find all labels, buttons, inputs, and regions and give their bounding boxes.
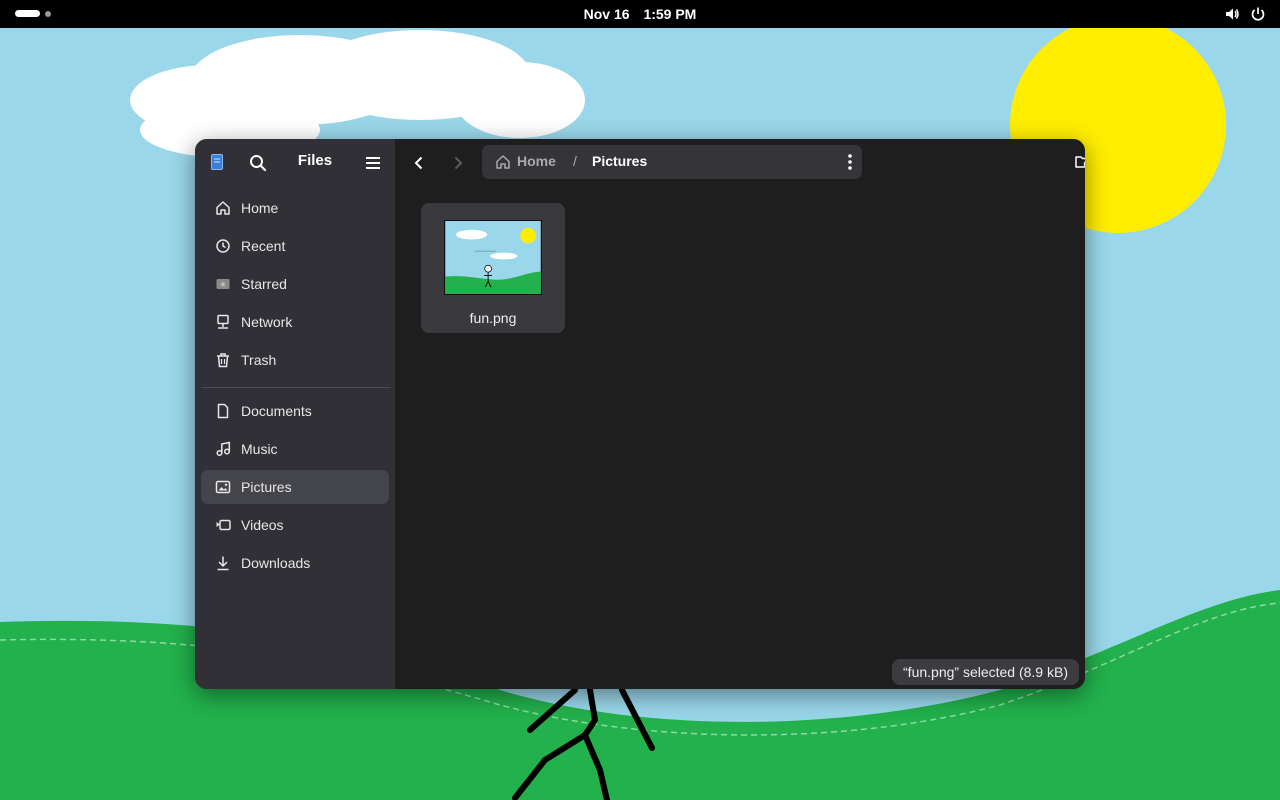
pictures-icon	[215, 479, 231, 495]
main-content: Home / Pictures fun.png “fun.png” select…	[395, 139, 1085, 689]
home-icon	[496, 155, 510, 169]
breadcrumb-current[interactable]: Pictures	[592, 153, 647, 169]
sidebar-item-label: Pictures	[241, 479, 292, 495]
main-menu-button[interactable]	[361, 151, 385, 175]
sidebar-item-documents[interactable]: Documents	[201, 394, 389, 428]
top-bar: Nov 16 1:59 PM	[0, 0, 1280, 28]
more-options-icon[interactable]	[848, 153, 852, 171]
sidebar-item-label: Recent	[241, 238, 286, 254]
sidebar-separator	[201, 387, 391, 388]
sidebar-item-label: Documents	[241, 403, 312, 419]
folder-search-button[interactable]	[1072, 150, 1085, 174]
sidebar-item-music[interactable]: Music	[201, 432, 389, 466]
document-icon	[215, 403, 231, 419]
file-item[interactable]: fun.png	[421, 203, 565, 333]
sidebar-item-network[interactable]: Network	[201, 305, 389, 339]
sidebar-item-label: Trash	[241, 352, 277, 368]
sidebar-item-label: Videos	[241, 517, 284, 533]
sidebar-item-videos[interactable]: Videos	[201, 508, 389, 542]
clock[interactable]: Nov 16 1:59 PM	[0, 6, 1280, 22]
files-window: Files Home Recent Starred Network Trash …	[195, 139, 1085, 689]
breadcrumb-home[interactable]: Home	[517, 153, 556, 169]
system-tray[interactable]	[1224, 6, 1266, 22]
sidebar-item-home[interactable]: Home	[201, 191, 389, 225]
home-icon	[215, 200, 231, 216]
sidebar-item-downloads[interactable]: Downloads	[201, 546, 389, 580]
sidebar-item-label: Music	[241, 441, 278, 457]
search-icon	[250, 155, 267, 172]
sidebar-item-starred[interactable]: Starred	[201, 267, 389, 301]
trash-icon	[215, 352, 231, 368]
sidebar-item-trash[interactable]: Trash	[201, 343, 389, 377]
clock-date: Nov 16	[583, 6, 630, 22]
sidebar: Files Home Recent Starred Network Trash …	[195, 139, 395, 689]
clock-time: 1:59 PM	[643, 6, 697, 22]
volume-icon[interactable]	[1224, 6, 1240, 22]
files-app-icon	[211, 154, 223, 170]
folder-search-icon	[1075, 156, 1085, 168]
breadcrumb-separator: /	[573, 153, 577, 169]
chevron-left-icon	[414, 156, 423, 170]
sidebar-item-label: Starred	[241, 276, 287, 292]
file-thumbnail	[444, 220, 542, 295]
sidebar-header: Files	[195, 139, 395, 185]
app-title: Files	[297, 152, 333, 169]
download-icon	[215, 555, 231, 571]
clock-icon	[215, 238, 231, 254]
status-label: “fun.png” selected (8.9 kB)	[892, 659, 1079, 685]
back-button[interactable]	[407, 151, 431, 175]
search-button[interactable]	[246, 151, 270, 175]
star-icon	[215, 276, 231, 292]
sidebar-item-label: Home	[241, 200, 279, 216]
network-icon	[215, 314, 231, 330]
sidebar-item-pictures[interactable]: Pictures	[201, 470, 389, 504]
chevron-right-icon	[454, 156, 463, 170]
video-icon	[215, 517, 231, 533]
sidebar-item-recent[interactable]: Recent	[201, 229, 389, 263]
path-bar[interactable]: Home / Pictures	[482, 145, 862, 179]
forward-button[interactable]	[446, 151, 470, 175]
file-name: fun.png	[469, 310, 517, 326]
sidebar-item-label: Downloads	[241, 555, 311, 571]
music-icon	[215, 441, 231, 457]
hamburger-icon	[366, 157, 380, 169]
sidebar-item-label: Network	[241, 314, 293, 330]
power-icon[interactable]	[1250, 6, 1266, 22]
